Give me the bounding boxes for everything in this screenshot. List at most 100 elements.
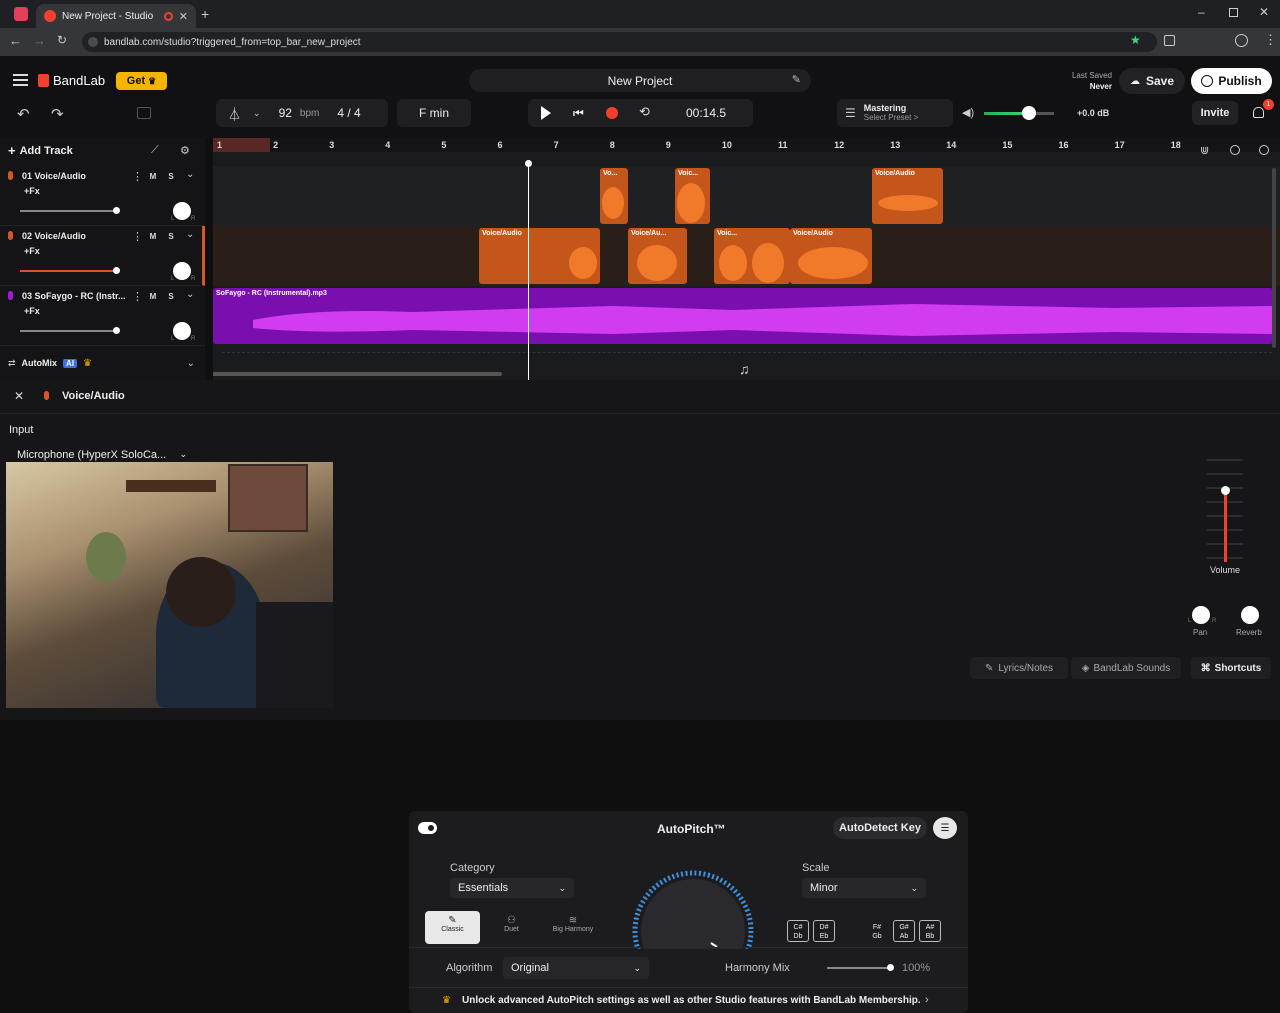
minimize-icon[interactable]: –	[1198, 5, 1205, 19]
bell-icon[interactable]	[1253, 107, 1264, 118]
redo-icon[interactable]: ↷	[51, 105, 64, 123]
playhead[interactable]	[528, 162, 529, 380]
piano-keys-icon[interactable]	[137, 107, 151, 119]
harmony-mix-thumb[interactable]	[887, 964, 894, 971]
app-menu-icon[interactable]	[14, 7, 28, 21]
reload-icon[interactable]: ↻	[57, 33, 67, 47]
preset-classic-button[interactable]: ✎ Classic	[425, 911, 480, 944]
reverb-knob[interactable]	[1241, 606, 1259, 624]
forward-icon[interactable]: →	[33, 33, 46, 48]
autodetect-key-button[interactable]: AutoDetect Key	[833, 817, 927, 839]
track-name[interactable]: 01 Voice/Audio	[22, 171, 86, 181]
time-signature[interactable]: 4 / 4	[337, 106, 360, 120]
add-track-button[interactable]: + Add Track	[8, 143, 73, 158]
close-editor-icon[interactable]: ✕	[14, 389, 24, 403]
track-settings-icon[interactable]: ⚙	[180, 144, 190, 157]
zoom-out-icon[interactable]	[1230, 145, 1240, 155]
invite-button[interactable]: Invite	[1192, 101, 1238, 125]
close-tab-icon[interactable]: ✕	[179, 10, 188, 23]
arrangement-view[interactable]: 1 2 3 4 5 6 7 8 9 10 11 12 13 14 15 16 17 18 Vo... Voic..…	[213, 138, 1280, 380]
solo-button[interactable]: S	[165, 230, 177, 242]
bpm-value[interactable]: 92	[279, 106, 292, 120]
track-header-3[interactable]: 03 SoFaygo - RC (Instr... ⋮ M S ⌄ +Fx L …	[0, 286, 205, 346]
get-membership-button[interactable]: Get ♛	[116, 72, 167, 90]
hamburger-menu-icon[interactable]	[13, 74, 28, 86]
track-volume-thumb[interactable]	[113, 327, 120, 334]
key-g-sharp[interactable]: G# Ab	[893, 920, 915, 942]
solo-button[interactable]: S	[165, 170, 177, 182]
project-title-bar[interactable]: New Project ✎	[469, 69, 811, 92]
skip-to-start-icon[interactable]: ⏮	[573, 106, 584, 121]
back-icon[interactable]: ←	[9, 33, 22, 48]
preset-duet-button[interactable]: ⚇ Duet	[484, 911, 539, 944]
autopitch-toggle[interactable]	[418, 822, 437, 834]
expand-chevron-icon[interactable]: ⌄	[187, 358, 195, 369]
mute-button[interactable]: M	[147, 230, 159, 242]
lyrics-notes-button[interactable]: ✎ Lyrics/Notes	[970, 657, 1068, 679]
edit-pencil-icon[interactable]: ✎	[792, 73, 801, 86]
bookmark-star-icon[interactable]: ★	[1130, 33, 1141, 47]
volume-fader-track[interactable]	[1224, 490, 1227, 562]
track-volume-thumb[interactable]	[113, 207, 120, 214]
record-icon[interactable]	[606, 107, 618, 119]
bandlab-logo[interactable]: BandLab	[38, 73, 105, 88]
chevron-right-icon[interactable]: ›	[925, 994, 929, 1006]
track-volume-slider[interactable]	[20, 270, 118, 272]
browser-menu-icon[interactable]: ⋮	[1264, 32, 1277, 48]
master-volume-slider[interactable]	[984, 112, 1054, 115]
mute-button[interactable]: M	[147, 290, 159, 302]
category-select[interactable]: Essentials ⌄	[450, 878, 574, 898]
key-d-sharp[interactable]: D# Eb	[813, 920, 835, 942]
pan-knob[interactable]	[173, 262, 191, 280]
publish-button[interactable]: Publish	[1191, 68, 1272, 94]
save-button[interactable]: ☁ Save	[1119, 68, 1185, 94]
add-fx-button[interactable]: +Fx	[24, 186, 40, 196]
address-bar[interactable]: bandlab.com/studio?triggered_from=top_ba…	[82, 32, 1157, 52]
master-volume-knob[interactable]	[1022, 106, 1036, 120]
key-a-sharp[interactable]: A# Bb	[919, 920, 941, 942]
playhead-handle[interactable]	[525, 160, 532, 167]
metronome-icon[interactable]: ⏃	[228, 104, 241, 123]
solo-button[interactable]: S	[165, 290, 177, 302]
profile-icon[interactable]	[1235, 34, 1248, 47]
play-icon[interactable]	[541, 106, 551, 120]
new-tab-icon[interactable]: +	[201, 6, 209, 22]
pitch-correction-dial[interactable]	[631, 869, 755, 949]
extensions-icon[interactable]	[1164, 35, 1175, 46]
metronome-dropdown-icon[interactable]: ⌄	[253, 108, 261, 119]
pan-knob[interactable]	[173, 322, 191, 340]
restore-icon[interactable]	[1229, 8, 1238, 17]
zoom-in-icon[interactable]	[1259, 145, 1269, 155]
autopitch-settings-icon[interactable]: ☰	[933, 817, 957, 839]
key-selector[interactable]: F min	[397, 99, 471, 127]
mastering-button[interactable]: ☰ Mastering Select Preset >	[837, 99, 953, 127]
pan-knob[interactable]	[173, 202, 191, 220]
track-header-1[interactable]: 01 Voice/Audio ⋮ M S ⌄ +Fx L R	[0, 166, 205, 226]
tuner-icon[interactable]: ⟋	[151, 144, 159, 157]
horizontal-scrollbar[interactable]	[213, 372, 502, 376]
speaker-icon[interactable]: ◀)	[962, 106, 974, 119]
track-header-2[interactable]: 02 Voice/Audio ⋮ M S ⌄ +Fx L R	[0, 226, 205, 286]
expand-chevron-icon[interactable]: ⌄	[186, 169, 194, 180]
mute-button[interactable]: M	[147, 170, 159, 182]
track-volume-slider[interactable]	[20, 330, 118, 332]
browser-tab[interactable]: New Project - Studio ✕	[36, 4, 196, 28]
site-info-icon[interactable]	[88, 37, 98, 47]
track-name[interactable]: 03 SoFaygo - RC (Instr...	[22, 291, 128, 301]
track-volume-thumb[interactable]	[113, 267, 120, 274]
add-fx-button[interactable]: +Fx	[24, 246, 40, 256]
vertical-scrollbar[interactable]	[1272, 168, 1276, 348]
preset-big-harmony-button[interactable]: ≋ Big Harmony	[543, 911, 603, 944]
bandlab-sounds-button[interactable]: ◈ BandLab Sounds	[1071, 657, 1181, 679]
loop-icon[interactable]: ⟲	[639, 104, 650, 120]
key-c-sharp[interactable]: C# Db	[787, 920, 809, 942]
shortcuts-button[interactable]: ⌘ Shortcuts	[1191, 657, 1271, 679]
add-music-icon[interactable]: ♫	[739, 361, 750, 377]
track-volume-slider[interactable]	[20, 210, 118, 212]
key-f-sharp[interactable]: F# Gb	[866, 920, 888, 942]
scale-select[interactable]: Minor ⌄	[802, 878, 926, 898]
add-fx-button[interactable]: +Fx	[24, 306, 40, 316]
close-window-icon[interactable]: ✕	[1259, 5, 1269, 19]
membership-upsell[interactable]: Unlock advanced AutoPitch settings as we…	[462, 995, 921, 1006]
algorithm-select[interactable]: Original ⌄	[503, 957, 649, 979]
